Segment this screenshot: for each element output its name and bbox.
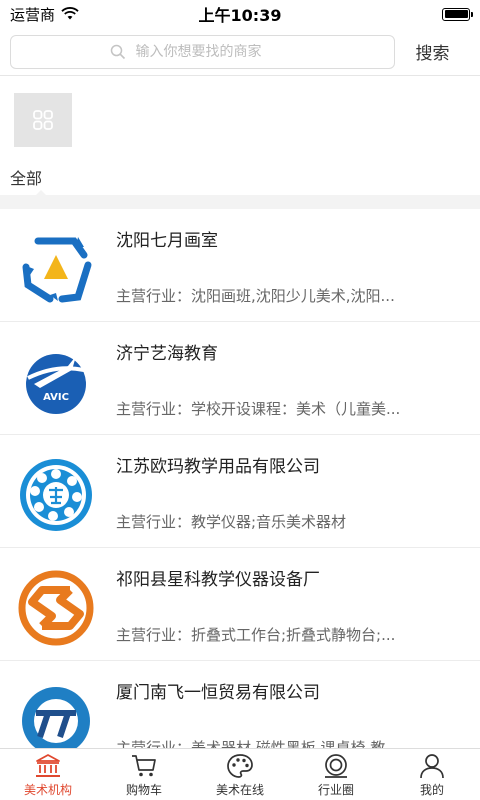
merchant-name: 济宁艺海教育 xyxy=(116,344,218,364)
avic-logo: AVIC xyxy=(26,354,90,414)
merchant-list: 沈阳七月画室 主营行业：沈阳画班,沈阳少儿美术,沈阳... AVIC 济宁艺海教… xyxy=(0,209,480,774)
bearing-ring-logo xyxy=(20,459,92,531)
item-text: 祁阳县星科教学仪器设备厂 主营行业：折叠式工作台;折叠式静物台;... xyxy=(116,548,460,645)
merchant-name: 江苏欧玛教学用品有限公司 xyxy=(116,457,320,477)
item-text: 厦门南飞一恒贸易有限公司 主营行业：美术器材,磁性黑板,课桌椅,教... xyxy=(116,661,460,758)
grid-icon xyxy=(14,93,72,147)
search-button[interactable]: 搜索 xyxy=(395,39,470,64)
battery-icon xyxy=(442,7,473,21)
orange-s-logo xyxy=(18,570,94,646)
merchant-name: 沈阳七月画室 xyxy=(116,231,218,251)
item-text: 江苏欧玛教学用品有限公司 主营行业：教学仪器;音乐美术器材 xyxy=(116,435,460,532)
category-all-label[interactable]: 全部 xyxy=(10,165,42,189)
palette-icon xyxy=(227,754,253,778)
tab-bar: 美术机构 购物车 美术在线 行业圈 我的 xyxy=(0,748,480,800)
tab-label: 购物车 xyxy=(125,783,162,797)
search-input[interactable] xyxy=(135,43,296,60)
wifi-icon xyxy=(61,7,79,20)
svg-text:AVIC: AVIC xyxy=(43,392,69,403)
user-icon xyxy=(420,754,444,779)
merchant-desc: 主营行业：沈阳画班,沈阳少儿美术,沈阳... xyxy=(116,287,395,305)
institution-icon xyxy=(36,754,60,777)
list-item[interactable]: AVIC 济宁艺海教育 主营行业：学校开设课程：美术（儿童美... xyxy=(0,322,480,435)
merchant-name: 厦门南飞一恒贸易有限公司 xyxy=(116,683,320,703)
item-text: 济宁艺海教育 主营行业：学校开设课程：美术（儿童美... xyxy=(116,322,460,419)
tab-industry-circle[interactable]: 行业圈 xyxy=(288,749,384,800)
category-bar: 全部 xyxy=(0,77,480,197)
search-icon xyxy=(110,44,125,59)
tab-label: 美术机构 xyxy=(23,783,72,797)
merchant-desc: 主营行业：折叠式工作台;折叠式静物台;... xyxy=(116,626,396,644)
section-divider xyxy=(0,195,480,209)
search-header: 搜索 xyxy=(0,28,480,76)
list-item[interactable]: 江苏欧玛教学用品有限公司 主营行业：教学仪器;音乐美术器材 xyxy=(0,435,480,548)
app-screen: 运营商 上午10:39 搜索 xyxy=(0,0,480,800)
tab-institution[interactable]: 美术机构 xyxy=(0,749,96,800)
tab-label: 行业圈 xyxy=(317,783,354,797)
category-all[interactable] xyxy=(14,93,72,147)
status-bar: 运营商 上午10:39 xyxy=(0,0,480,28)
list-item[interactable]: 祁阳县星科教学仪器设备厂 主营行业：折叠式工作台;折叠式静物台;... xyxy=(0,548,480,661)
carrier-label: 运营商 xyxy=(10,5,56,24)
merchant-desc: 主营行业：教学仪器;音乐美术器材 xyxy=(116,513,347,531)
tab-label: 美术在线 xyxy=(215,783,264,797)
tab-label: 我的 xyxy=(419,783,444,797)
tab-mine[interactable]: 我的 xyxy=(384,749,480,800)
list-item[interactable]: 沈阳七月画室 主营行业：沈阳画班,沈阳少儿美术,沈阳... xyxy=(0,209,480,322)
status-left: 运营商 xyxy=(10,4,79,25)
tab-cart[interactable]: 购物车 xyxy=(96,749,192,800)
circle-icon xyxy=(325,754,347,778)
tab-art-online[interactable]: 美术在线 xyxy=(192,749,288,800)
item-text: 沈阳七月画室 主营行业：沈阳画班,沈阳少儿美术,沈阳... xyxy=(116,209,460,306)
search-box[interactable] xyxy=(10,34,395,69)
cart-icon xyxy=(132,755,156,777)
merchant-desc: 主营行业：学校开设课程：美术（儿童美... xyxy=(116,400,401,418)
star-hexagon-logo xyxy=(22,237,92,303)
merchant-name: 祁阳县星科教学仪器设备厂 xyxy=(116,570,320,590)
